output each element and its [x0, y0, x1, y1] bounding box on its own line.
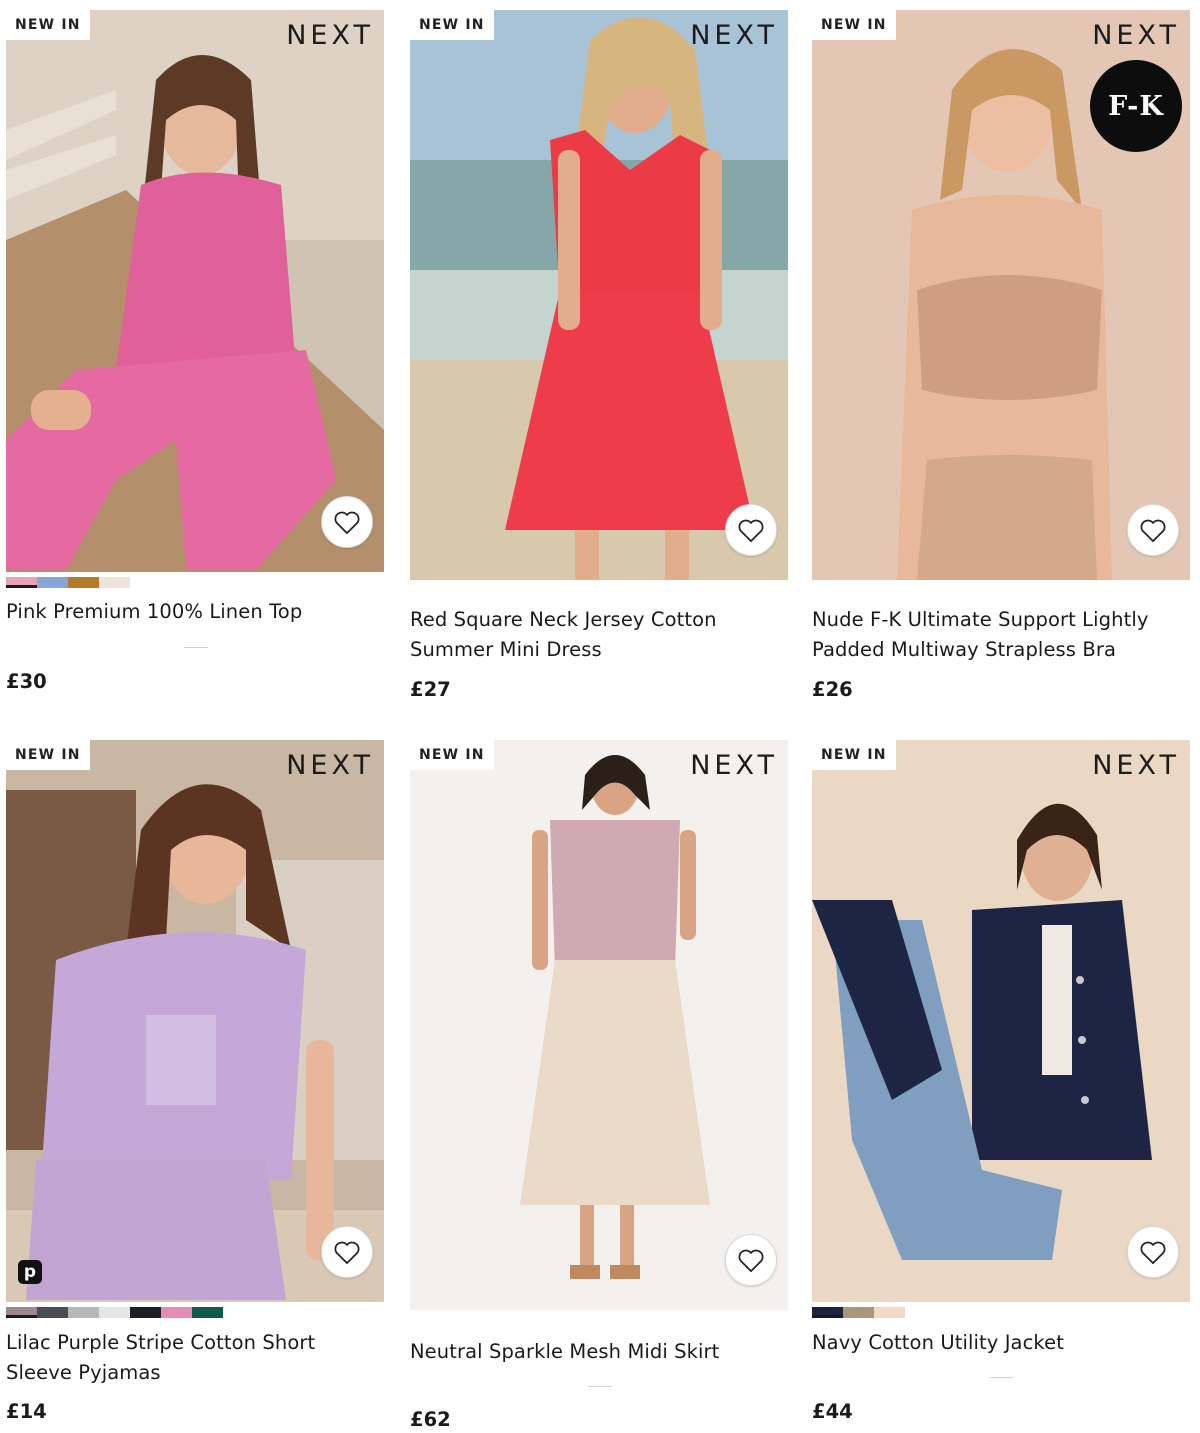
favourite-heart-icon[interactable]	[725, 504, 777, 556]
new-in-badge: NEW IN	[410, 740, 494, 770]
new-in-badge: NEW IN	[6, 740, 90, 770]
product-title[interactable]: Red Square Neck Jersey Cotton Summer Min…	[410, 605, 780, 665]
favourite-heart-icon[interactable]	[321, 496, 373, 548]
product-price: £44	[812, 1400, 853, 1423]
product-price: £14	[6, 1400, 47, 1423]
product-title[interactable]: Navy Cotton Utility Jacket	[812, 1328, 1182, 1358]
colour-swatch[interactable]	[68, 1307, 99, 1318]
product-photo	[410, 10, 788, 580]
product-price: £26	[812, 678, 853, 701]
colour-swatch[interactable]	[6, 577, 37, 588]
product-image[interactable]: NEW IN NEXT	[812, 740, 1190, 1302]
next-brand-logo: NEXT	[690, 20, 778, 51]
product-image[interactable]: NEW IN NEXT	[410, 740, 788, 1310]
colour-swatches	[6, 1307, 223, 1318]
colour-swatch[interactable]	[6, 1307, 37, 1318]
favourite-heart-icon[interactable]	[1127, 504, 1179, 556]
colour-swatches	[812, 1307, 905, 1318]
divider	[184, 647, 208, 648]
product-image[interactable]: NEW IN NEXT F-K	[812, 10, 1190, 580]
favourite-heart-icon[interactable]	[321, 1226, 373, 1278]
partner-p-icon: p	[18, 1260, 42, 1284]
new-in-badge: NEW IN	[6, 10, 90, 40]
favourite-heart-icon[interactable]	[725, 1234, 777, 1286]
colour-swatch[interactable]	[130, 1307, 161, 1318]
product-price: £27	[410, 678, 451, 701]
colour-swatch[interactable]	[874, 1307, 905, 1318]
new-in-badge: NEW IN	[812, 10, 896, 40]
product-title[interactable]: Neutral Sparkle Mesh Midi Skirt	[410, 1337, 780, 1367]
colour-swatch[interactable]	[843, 1307, 874, 1318]
new-in-badge: NEW IN	[410, 10, 494, 40]
colour-swatch[interactable]	[37, 1307, 68, 1318]
colour-swatch[interactable]	[99, 577, 130, 588]
product-image[interactable]: NEW IN NEXT p	[6, 740, 384, 1302]
next-brand-logo: NEXT	[1092, 20, 1180, 51]
fk-sub-brand-badge: F-K	[1090, 60, 1182, 152]
product-title[interactable]: Nude F-K Ultimate Support Lightly Padded…	[812, 605, 1182, 665]
colour-swatch[interactable]	[99, 1307, 130, 1318]
product-price: £30	[6, 670, 47, 693]
next-brand-logo: NEXT	[690, 750, 778, 781]
divider	[990, 1377, 1014, 1378]
product-photo	[6, 740, 384, 1302]
colour-swatch[interactable]	[192, 1307, 223, 1318]
colour-swatch[interactable]	[812, 1307, 843, 1318]
next-brand-logo: NEXT	[1092, 750, 1180, 781]
new-in-badge: NEW IN	[812, 740, 896, 770]
favourite-heart-icon[interactable]	[1127, 1226, 1179, 1278]
colour-swatch[interactable]	[161, 1307, 192, 1318]
product-photo	[6, 10, 384, 572]
colour-swatch[interactable]	[37, 577, 68, 588]
next-brand-logo: NEXT	[286, 20, 374, 51]
next-brand-logo: NEXT	[286, 750, 374, 781]
colour-swatch[interactable]	[68, 577, 99, 588]
product-title[interactable]: Lilac Purple Stripe Cotton Short Sleeve …	[6, 1328, 376, 1388]
product-price: £62	[410, 1408, 451, 1431]
product-photo	[410, 740, 788, 1310]
product-photo	[812, 740, 1190, 1302]
product-title[interactable]: Pink Premium 100% Linen Top	[6, 597, 376, 627]
product-image[interactable]: NEW IN NEXT	[6, 10, 384, 572]
divider	[588, 1386, 612, 1387]
product-image[interactable]: NEW IN NEXT	[410, 10, 788, 580]
colour-swatches	[6, 577, 130, 588]
